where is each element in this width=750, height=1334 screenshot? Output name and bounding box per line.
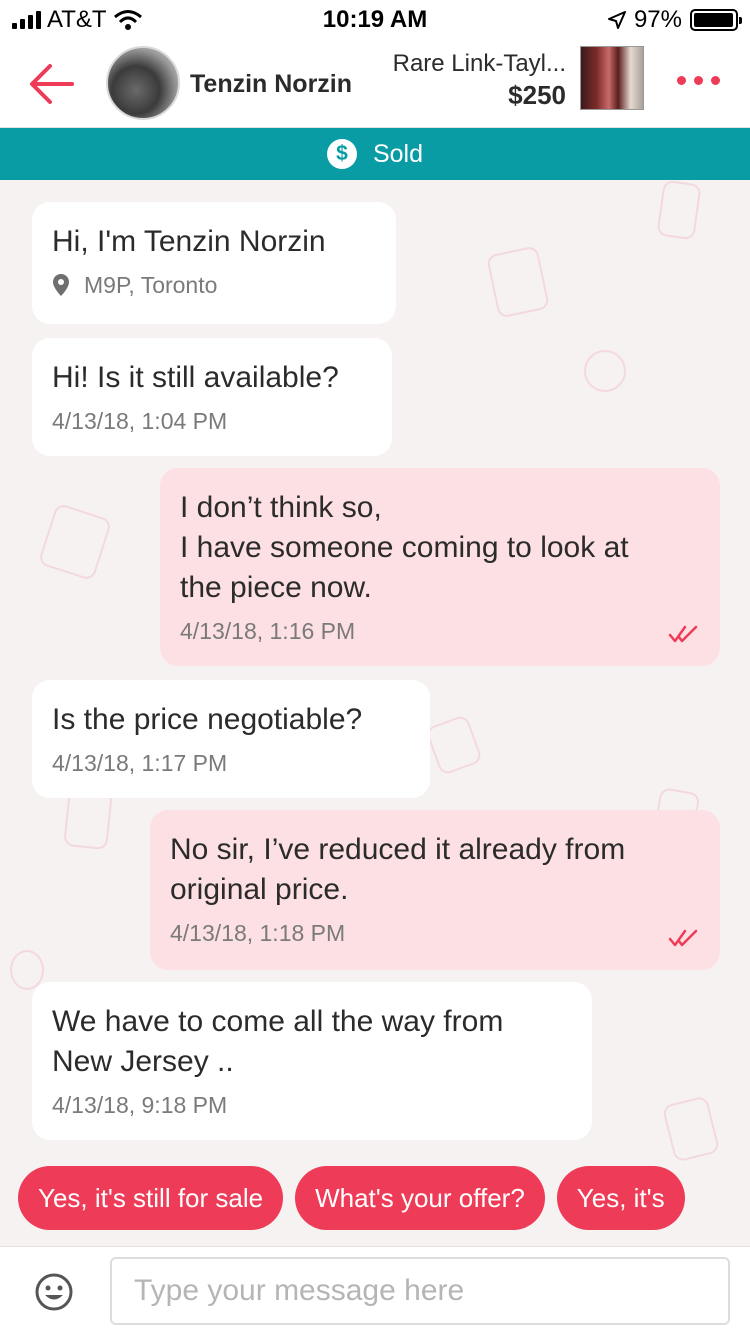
- message-timestamp: 4/13/18, 9:18 PM: [52, 1092, 228, 1118]
- quick-reply-still-for-sale[interactable]: Yes, it's still for sale: [18, 1166, 284, 1230]
- chat-header: Tenzin Norzin Rare Link-Tayl... $250: [0, 40, 750, 128]
- background-doodle: [10, 950, 44, 990]
- item-thumbnail[interactable]: [580, 46, 644, 110]
- sold-banner: $ Sold: [0, 128, 750, 180]
- background-doodle: [656, 180, 702, 241]
- background-doodle: [661, 1095, 721, 1163]
- battery-fill: [694, 13, 733, 27]
- message-text-line: the piece now.: [180, 571, 372, 604]
- message-text-line: No sir, I’ve reduced it already from: [170, 833, 626, 866]
- background-doodle: [424, 713, 484, 777]
- message-bubble-outgoing: No sir, I’ve reduced it already from ori…: [150, 810, 720, 970]
- more-options-icon[interactable]: [677, 76, 720, 85]
- avatar[interactable]: [106, 46, 180, 120]
- emoji-icon[interactable]: [34, 1272, 74, 1312]
- status-right: 97%: [607, 6, 742, 34]
- quick-replies: Yes, it's still for sale What's your off…: [18, 1166, 685, 1230]
- quick-reply-yes-its[interactable]: Yes, it's: [556, 1166, 685, 1230]
- message-bubble-incoming: Hi, I'm Tenzin Norzin M9P, Toronto: [32, 202, 396, 324]
- message-timestamp: 4/13/18, 1:04 PM: [52, 408, 228, 434]
- message-text-line: original price.: [170, 873, 349, 906]
- message-bubble-incoming: Is the price negotiable? 4/13/18, 1:17 P…: [32, 680, 430, 798]
- map-pin-icon: [53, 274, 69, 296]
- message-timestamp: 4/13/18, 1:17 PM: [52, 750, 228, 776]
- message-bubble-outgoing: I don’t think so, I have someone coming …: [160, 468, 720, 666]
- chat-thread[interactable]: Hi, I'm Tenzin Norzin M9P, Toronto Hi! I…: [0, 180, 750, 1246]
- battery-icon: [690, 9, 742, 31]
- dollar-icon: $: [326, 139, 357, 169]
- item-price: $250: [508, 80, 566, 110]
- message-bubble-incoming: Hi! Is it still available? 4/13/18, 1:04…: [32, 338, 392, 456]
- sold-label: Sold: [372, 139, 424, 168]
- message-text-line: New Jersey ..: [52, 1045, 234, 1078]
- status-bar: AT&T 10:19 AM 97%: [0, 0, 750, 40]
- composer-bar: [0, 1246, 750, 1334]
- item-title[interactable]: Rare Link-Tayl...: [393, 50, 566, 78]
- background-doodle: [485, 245, 551, 319]
- message-input[interactable]: [110, 1257, 730, 1325]
- location-row: M9P, Toronto: [52, 270, 376, 300]
- message-bubble-incoming: We have to come all the way from New Jer…: [32, 982, 592, 1140]
- message-text-line: I have someone coming to look at: [180, 531, 629, 564]
- seller-name[interactable]: Tenzin Norzin: [190, 70, 352, 99]
- message-timestamp: 4/13/18, 1:18 PM: [170, 920, 346, 946]
- back-arrow-icon[interactable]: [28, 62, 76, 106]
- quick-reply-whats-your-offer[interactable]: What's your offer?: [295, 1166, 545, 1230]
- background-doodle: [37, 502, 113, 582]
- message-text: Hi, I'm Tenzin Norzin: [52, 225, 326, 258]
- message-text-line: I don’t think so,: [180, 491, 382, 524]
- battery-percent: 97%: [633, 6, 682, 33]
- location-text: M9P, Toronto: [84, 272, 218, 298]
- message-text: Hi! Is it still available?: [52, 361, 339, 394]
- read-receipt-icon: [668, 929, 698, 947]
- background-doodle: [584, 350, 626, 392]
- read-receipt-icon: [668, 625, 698, 643]
- message-timestamp: 4/13/18, 1:16 PM: [180, 618, 356, 644]
- message-text: Is the price negotiable?: [52, 703, 363, 736]
- location-arrow-icon: [607, 11, 626, 29]
- message-text-line: We have to come all the way from: [52, 1005, 504, 1038]
